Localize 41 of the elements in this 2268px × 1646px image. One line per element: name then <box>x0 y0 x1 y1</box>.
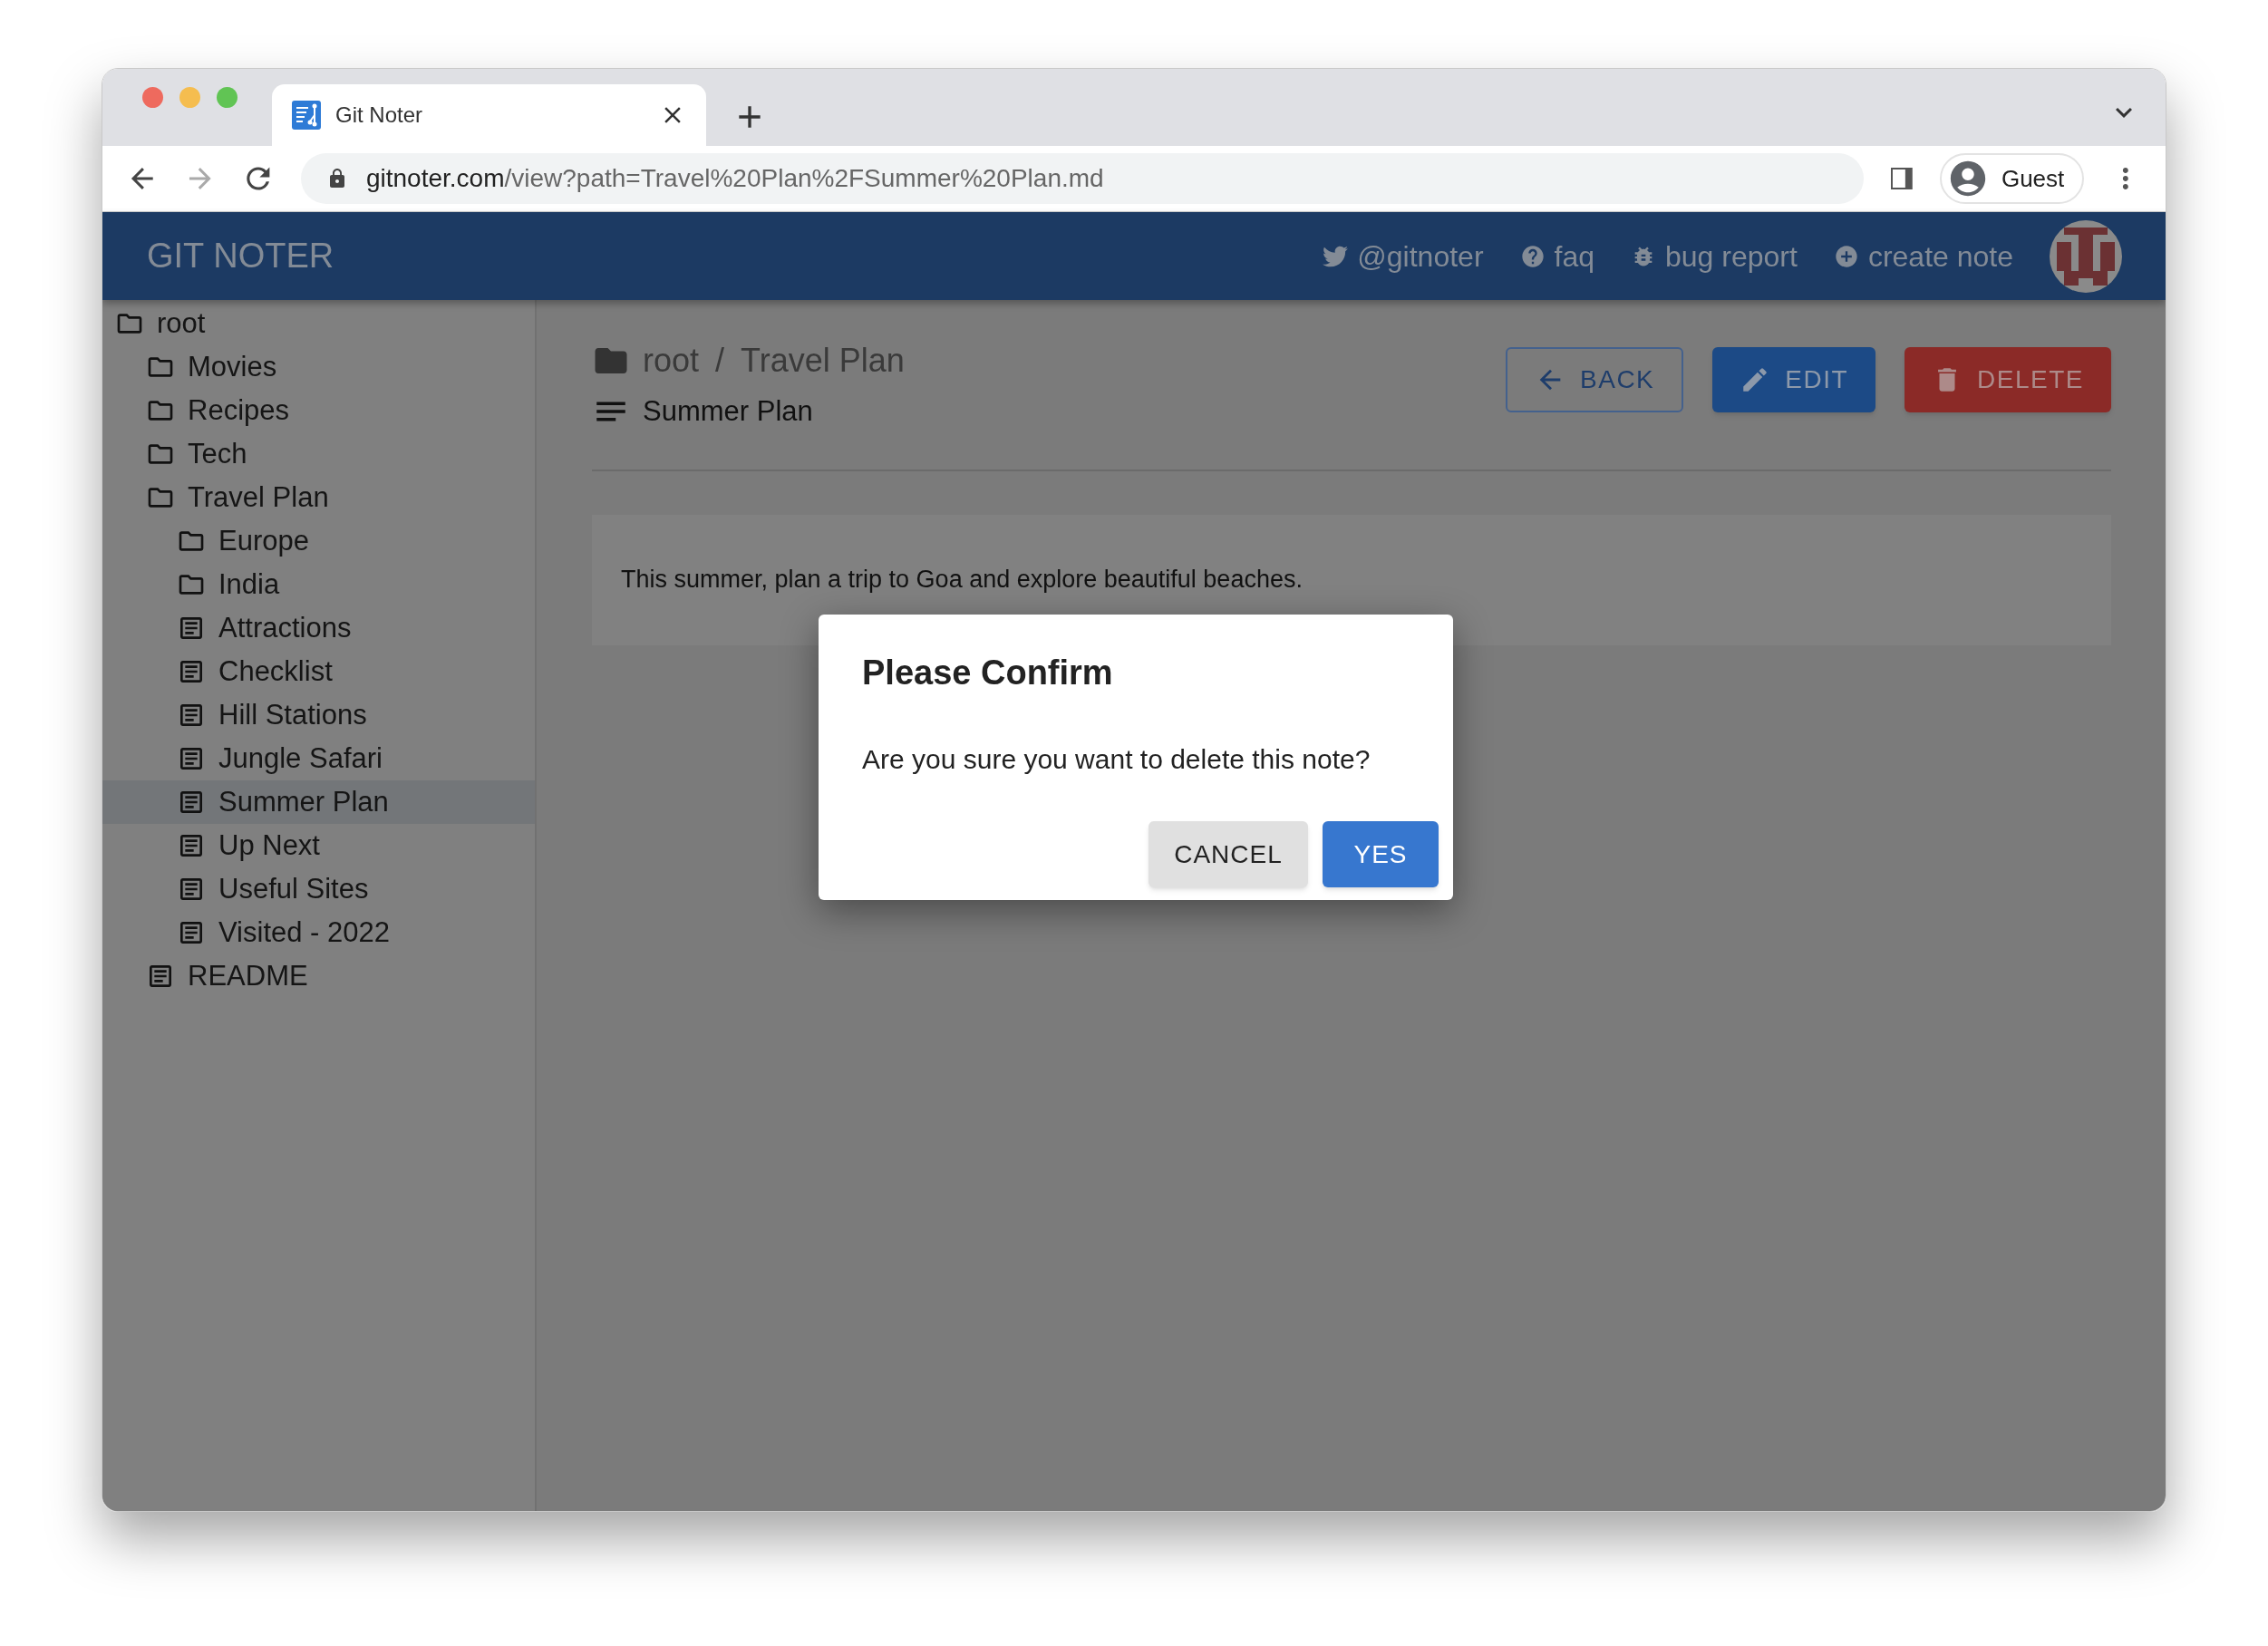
cancel-button[interactable]: CANCEL <box>1149 821 1308 887</box>
tree-item[interactable]: README <box>102 954 535 998</box>
breadcrumb-separator: / <box>714 341 726 381</box>
nav-link[interactable]: faq <box>1519 234 1594 278</box>
dialog-title: Please Confirm <box>861 653 1114 693</box>
help-icon <box>1519 243 1546 269</box>
tree-item[interactable]: Checklist <box>102 650 535 693</box>
address-bar[interactable]: gitnoter.com/view?path=Travel%20Plan%2FSummer%20Plan.md <box>300 153 1865 204</box>
tree-item[interactable]: root <box>102 302 535 345</box>
yes-button[interactable]: YES <box>1323 821 1439 887</box>
side-panel-icon[interactable] <box>1889 166 1914 191</box>
profile-chip[interactable]: Guest <box>1939 153 2085 204</box>
dialog-message: Are you sure you want to delete this note? <box>861 743 1371 776</box>
note-title: Summer Plan <box>643 394 813 429</box>
breadcrumb-link[interactable]: root <box>643 336 700 385</box>
browser-tab[interactable]: Git Noter <box>272 84 706 146</box>
back-button[interactable]: BACK <box>1506 347 1684 412</box>
app-logo-icon <box>292 101 321 130</box>
url-host: gitnoter.com <box>365 164 505 192</box>
tree-item[interactable]: Visited - 2022 <box>102 911 535 954</box>
tree-item[interactable]: Tech <box>102 432 535 476</box>
edit-button[interactable]: EDIT <box>1712 347 1876 412</box>
nav-link[interactable]: create note <box>1833 234 2013 278</box>
url-path: /view?path=Travel%20Plan%2FSummer%20Plan.md <box>504 164 1104 192</box>
tree-item[interactable]: Hill Stations <box>102 693 535 737</box>
tree-item[interactable]: Up Next <box>102 824 535 867</box>
tree-item[interactable]: Europe <box>102 519 535 563</box>
note-content: This summer, plan a trip to Goa and explore beautiful beaches. <box>592 514 2111 645</box>
tree-item[interactable]: Movies <box>102 345 535 389</box>
tree-item[interactable]: Recipes <box>102 389 535 432</box>
delete-button[interactable]: DELETE <box>1905 347 2111 412</box>
breadcrumb-link[interactable]: Travel Plan <box>741 336 905 385</box>
nav-link[interactable]: bug report <box>1631 234 1798 278</box>
tree-item[interactable]: Jungle Safari <box>102 737 535 780</box>
tree-item[interactable]: Summer Plan <box>102 780 535 824</box>
tree-item[interactable]: Attractions <box>102 606 535 650</box>
app-title[interactable]: GIT NOTER <box>147 230 1323 282</box>
nav-link[interactable]: @gitnoter <box>1323 234 1484 278</box>
tree-item[interactable]: India <box>102 563 535 606</box>
tree-item[interactable]: Travel Plan <box>102 476 535 519</box>
tree-item[interactable]: Useful Sites <box>102 867 535 911</box>
